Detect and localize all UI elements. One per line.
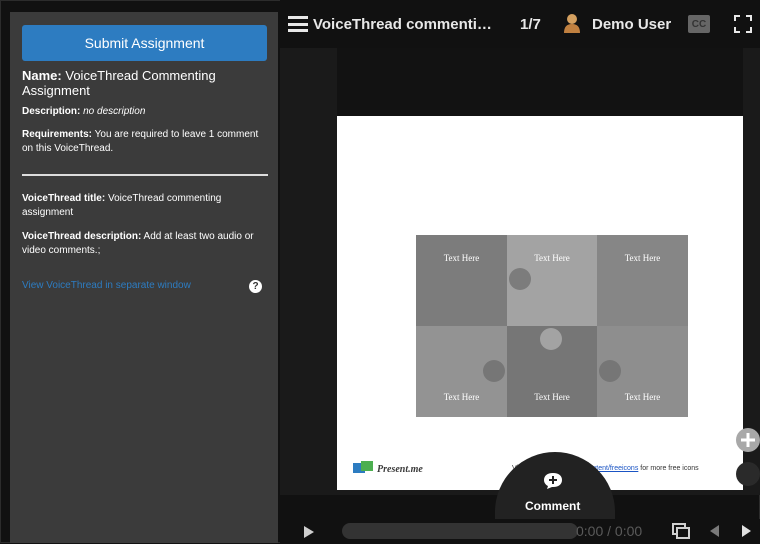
assignment-requirements: Requirements: You are required to leave … xyxy=(22,128,272,156)
assignment-sidebar: Submit Assignment Name: VoiceThread Comm… xyxy=(10,12,278,543)
puzzle-text-4: Text Here xyxy=(443,392,480,402)
player-controls: 0:00 / 0:00 xyxy=(280,519,760,543)
puzzle-text-3: Text Here xyxy=(624,253,661,263)
time-display: 0:00 / 0:00 xyxy=(576,523,643,539)
vt-title-label: VoiceThread title: xyxy=(22,193,106,204)
page-count: 1/7 xyxy=(520,16,541,33)
submit-assignment-button[interactable]: Submit Assignment xyxy=(22,25,267,61)
play-icon[interactable] xyxy=(304,526,314,538)
comment-plus-icon xyxy=(543,472,563,490)
user-avatar-icon[interactable] xyxy=(563,13,581,33)
assignment-name: Name: VoiceThread Commenting Assignment xyxy=(22,68,272,98)
help-icon[interactable]: ? xyxy=(249,280,262,293)
zoom-in-icon[interactable] xyxy=(736,428,760,452)
description-label: Description: xyxy=(22,106,81,117)
timeline-scrubber[interactable] xyxy=(342,523,578,539)
logo-text: Present.me xyxy=(377,463,423,475)
voicethread-title: VoiceThread title: VoiceThread commentin… xyxy=(22,192,272,220)
description-value: no description xyxy=(83,106,146,117)
vt-description-label: VoiceThread description: xyxy=(22,231,142,242)
puzzle-text-1: Text Here xyxy=(443,253,480,263)
slide-canvas[interactable]: Text Here Text Here Text Here Text Here … xyxy=(337,116,743,490)
puzzle-text-5: Text Here xyxy=(534,392,570,402)
fullscreen-icon[interactable] xyxy=(734,15,752,33)
present-me-logo: Present.me xyxy=(353,461,423,477)
present-me-logo-icon xyxy=(353,461,373,473)
slide-stage: Text Here Text Here Text Here Text Here … xyxy=(280,48,760,495)
puzzle-text-2: Text Here xyxy=(534,253,570,263)
stage-top-area xyxy=(337,48,743,116)
voicethread-title-header: VoiceThread commenti… xyxy=(313,16,492,33)
top-bar: VoiceThread commenti… 1/7 Demo User CC xyxy=(280,0,760,48)
next-slide-icon[interactable] xyxy=(742,525,751,537)
assignment-description: Description: no description xyxy=(22,106,145,117)
footer-suffix: for more free icons xyxy=(638,465,699,472)
puzzle-text-6: Text Here xyxy=(624,392,661,402)
slides-overview-icon[interactable] xyxy=(672,523,690,539)
view-separate-window-link[interactable]: View VoiceThread in separate window xyxy=(22,280,191,291)
comment-label: Comment xyxy=(525,499,581,513)
zoom-out-icon[interactable] xyxy=(736,462,760,486)
hamburger-menu-icon[interactable] xyxy=(288,16,308,32)
divider xyxy=(22,174,268,176)
closed-captions-icon[interactable]: CC xyxy=(688,15,710,33)
previous-slide-icon[interactable] xyxy=(710,525,719,537)
name-label: Name: xyxy=(22,68,62,83)
user-name[interactable]: Demo User xyxy=(592,16,671,33)
requirements-label: Requirements: xyxy=(22,129,93,140)
voicethread-description: VoiceThread description: Add at least tw… xyxy=(22,230,280,258)
